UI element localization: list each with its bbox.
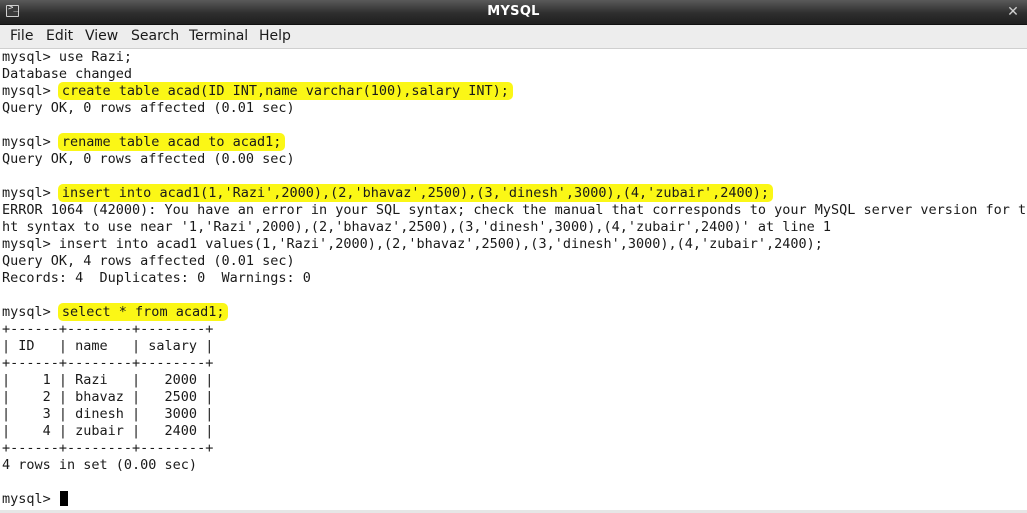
highlighted-command: select * from acad1; [57, 303, 229, 321]
table-row: | 2 | bhavaz | 2500 | [2, 389, 214, 405]
highlighted-command: rename table acad to acad1; [57, 133, 286, 151]
terminal-line: Database changed [2, 66, 133, 82]
error-line: ht syntax to use near '1,'Razi',2000),(2… [2, 219, 832, 235]
highlighted-command: create table acad(ID INT,name varchar(10… [57, 82, 513, 100]
menu-edit[interactable]: Edit [44, 25, 75, 48]
text-cursor [59, 491, 68, 506]
highlighted-command: insert into acad1(1,'Razi',2000),(2,'bha… [57, 184, 774, 202]
table-header: | ID | name | salary | [2, 338, 214, 354]
table-row: | 1 | Razi | 2000 | [2, 372, 214, 388]
terminal-line: mysql> [2, 491, 68, 508]
command-text: insert into acad1 values(1,'Razi',2000),… [58, 236, 823, 252]
menu-search[interactable]: Search [129, 25, 181, 48]
prompt: mysql> [2, 134, 59, 150]
table-row: | 4 | zubair | 2400 | [2, 423, 214, 439]
terminal-line: Query OK, 4 rows affected (0.01 sec) [2, 253, 295, 269]
terminal-window: >_ MYSQL ✕ File Edit View Search Termina… [0, 0, 1027, 513]
terminal-line: Records: 4 Duplicates: 0 Warnings: 0 [2, 270, 311, 286]
terminal-line: Query OK, 0 rows affected (0.01 sec) [2, 100, 295, 116]
title-bar[interactable]: >_ MYSQL ✕ [0, 0, 1027, 25]
menu-file[interactable]: File [8, 25, 35, 48]
prompt: mysql> [2, 185, 59, 201]
terminal-output[interactable]: mysql> use Razi; Database changed mysql>… [0, 49, 1027, 513]
table-border: +------+--------+--------+ [2, 355, 214, 371]
terminal-line: mysql> select * from acad1; [2, 303, 229, 321]
menu-view[interactable]: View [83, 25, 120, 48]
window-title: MYSQL [487, 4, 540, 19]
prompt: mysql> [2, 49, 59, 65]
table-border: +------+--------+--------+ [2, 321, 214, 337]
prompt: mysql> [2, 236, 59, 252]
prompt: mysql> [2, 304, 59, 320]
terminal-line: mysql> insert into acad1 values(1,'Razi'… [2, 236, 823, 253]
close-icon[interactable]: ✕ [1006, 5, 1020, 19]
table-border: +------+--------+--------+ [2, 440, 214, 456]
command-text: use Razi; [58, 49, 133, 65]
prompt: mysql> [2, 491, 59, 507]
terminal-line: mysql> use Razi; [2, 49, 132, 66]
menu-help[interactable]: Help [257, 25, 293, 48]
terminal-line: mysql> insert into acad1(1,'Razi',2000),… [2, 184, 774, 202]
error-line: ERROR 1064 (42000): You have an error in… [2, 202, 1027, 218]
table-row: | 3 | dinesh | 3000 | [2, 406, 214, 422]
prompt: mysql> [2, 83, 59, 99]
menu-bar: File Edit View Search Terminal Help [0, 25, 1027, 49]
terminal-line: mysql> rename table acad to acad1; [2, 133, 286, 151]
terminal-line: mysql> create table acad(ID INT,name var… [2, 82, 513, 100]
menu-terminal[interactable]: Terminal [187, 25, 250, 48]
terminal-line: 4 rows in set (0.00 sec) [2, 457, 198, 473]
terminal-line: Query OK, 0 rows affected (0.00 sec) [2, 151, 295, 167]
